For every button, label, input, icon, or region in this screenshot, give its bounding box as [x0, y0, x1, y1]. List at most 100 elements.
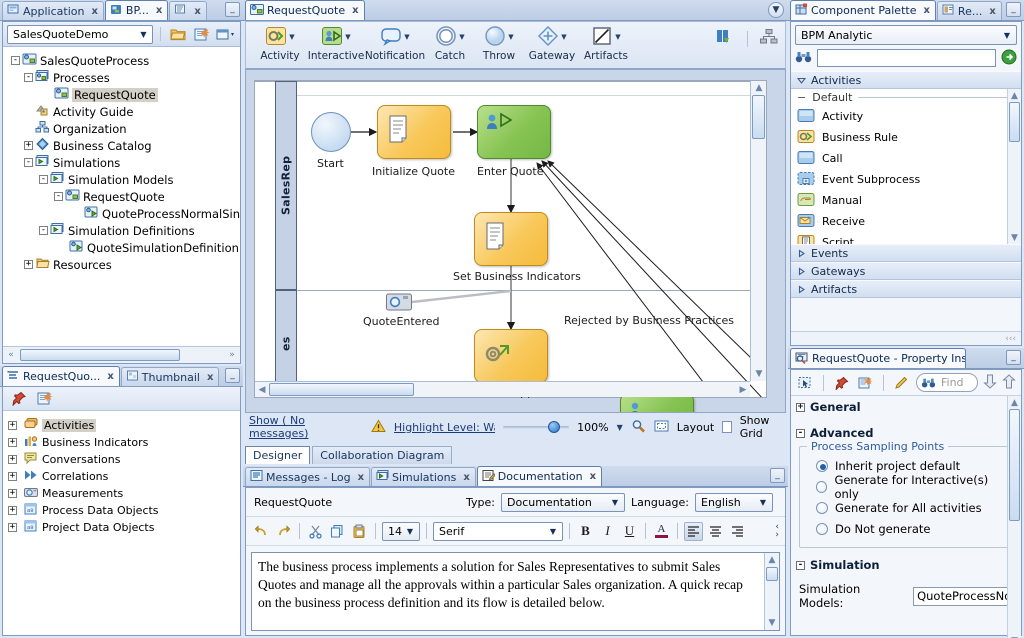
section-expander[interactable]: -: [796, 560, 805, 570]
tab-request-quote-editor[interactable]: RequestQuote x: [245, 0, 365, 20]
new-application-icon[interactable]: [192, 24, 212, 44]
tab-simulations[interactable]: Simulations x: [371, 467, 476, 486]
new-item-icon[interactable]: [856, 373, 875, 392]
select-icon[interactable]: [796, 373, 815, 392]
diagram-canvas[interactable]: SalesRep es Start Initialize Quote Enter…: [245, 69, 786, 413]
paste-icon[interactable]: [350, 522, 369, 541]
tab-component-palette[interactable]: Component Palette x: [790, 0, 936, 20]
palette-item-manual[interactable]: Manual: [791, 190, 1021, 211]
palette-section-gateways[interactable]: Gateways: [791, 262, 1021, 280]
chevron-down-icon[interactable]: ▼: [561, 33, 566, 41]
edit-icon[interactable]: [892, 373, 911, 392]
chevron-down-icon[interactable]: ▼: [508, 33, 513, 41]
tab-messages-log[interactable]: Messages - Log x: [245, 467, 371, 486]
tree-expander[interactable]: +: [24, 141, 33, 150]
palette-item-receive[interactable]: Receive: [791, 211, 1021, 232]
tree-expander[interactable]: -: [24, 158, 33, 167]
close-icon[interactable]: x: [463, 472, 469, 483]
list-item[interactable]: + Business Indicators: [8, 434, 240, 451]
toolbar-artifacts[interactable]: ▼ Artifacts: [580, 25, 632, 62]
radio-button[interactable]: [816, 480, 828, 493]
close-icon[interactable]: x: [923, 5, 929, 16]
scroll-right-icon[interactable]: »: [225, 348, 239, 362]
find-input[interactable]: Find: [916, 373, 978, 392]
minimize-navigator-button[interactable]: _: [225, 2, 240, 17]
tab-thumbnail[interactable]: Thumbnail x: [120, 367, 220, 386]
minimize-inspector-button[interactable]: _: [1006, 350, 1021, 365]
tree-node[interactable]: - Simulation Models: [7, 171, 240, 188]
catch-icon[interactable]: [435, 25, 457, 50]
toolbar-interactive[interactable]: ▼ Interactive: [308, 25, 364, 62]
close-icon[interactable]: x: [207, 372, 213, 383]
tree-expander[interactable]: +: [8, 421, 17, 430]
radio-generate-interactive-only[interactable]: Generate for Interactive(s) only: [806, 473, 1006, 501]
scroll-down-icon[interactable]: ▼: [753, 368, 765, 380]
go-arrow-icon[interactable]: [1001, 49, 1017, 68]
zoom-slider[interactable]: [503, 421, 570, 433]
tree-node[interactable]: QuoteSimulationDefinition: [7, 239, 240, 256]
list-item[interactable]: + Correlations: [8, 468, 240, 485]
minimize-palette-button[interactable]: _: [1006, 2, 1021, 17]
list-item[interactable]: + Measurements: [8, 485, 240, 502]
task-set-business-indicators[interactable]: [474, 212, 548, 266]
tree-expander[interactable]: -: [54, 192, 63, 201]
chevron-down-icon[interactable]: ▼: [459, 33, 464, 41]
documentation-vscrollbar[interactable]: ▲ ▼: [764, 553, 779, 630]
measurement-marker-quoteentered[interactable]: [386, 292, 412, 311]
diagram-vscrollbar[interactable]: ▲ ▼: [750, 81, 766, 381]
type-select[interactable]: Documentation ▼: [501, 492, 625, 512]
tree-expander[interactable]: +: [8, 472, 17, 481]
cut-icon[interactable]: [306, 522, 325, 541]
palette-vscrollbar[interactable]: ▲ ▼: [1007, 89, 1021, 244]
task-determine-approval-flow[interactable]: [474, 329, 548, 383]
radio-do-not-generate[interactable]: Do Not generate: [806, 518, 1006, 539]
tree-node[interactable]: QuoteProcessNormalSin: [7, 205, 240, 222]
pin-icon[interactable]: [832, 373, 851, 392]
down-arrow-icon[interactable]: [983, 374, 997, 392]
pin-icon[interactable]: [9, 389, 29, 409]
scroll-down-icon[interactable]: ▼: [766, 617, 778, 629]
show-grid-checkbox[interactable]: [722, 421, 732, 433]
language-select[interactable]: English ▼: [695, 492, 773, 512]
interactive-icon[interactable]: [321, 25, 343, 50]
new-item-icon[interactable]: [35, 389, 55, 409]
tab-structure-view[interactable]: x: [169, 1, 207, 20]
scrollbar-thumb[interactable]: [1009, 409, 1020, 521]
open-folder-icon[interactable]: [168, 24, 188, 44]
palette-section-artifacts[interactable]: Artifacts: [791, 280, 1021, 298]
close-icon[interactable]: x: [91, 6, 97, 17]
tree-expander[interactable]: -: [39, 226, 48, 235]
tree-expander[interactable]: +: [8, 523, 17, 532]
palette-footer-resize[interactable]: ‹‹‹: [791, 331, 1021, 345]
bpmn-diagram[interactable]: SalesRep es Start Initialize Quote Enter…: [254, 80, 767, 412]
tree-expander[interactable]: +: [8, 506, 17, 515]
messages-link[interactable]: Show ( No messages): [249, 414, 338, 440]
close-icon[interactable]: x: [989, 6, 995, 17]
italic-icon[interactable]: I: [598, 522, 617, 541]
scroll-up-icon[interactable]: ▲: [753, 82, 765, 94]
swimlane-icon[interactable]: [716, 28, 736, 49]
highlight-level-link[interactable]: Highlight Level: Warning: [394, 421, 495, 434]
chevron-down-icon[interactable]: ▼: [617, 423, 623, 432]
minimize-structure-button[interactable]: _: [225, 368, 240, 383]
tree-expander[interactable]: +: [8, 438, 17, 447]
tree-expander[interactable]: +: [8, 455, 17, 464]
tree-node[interactable]: - Simulations: [7, 154, 240, 171]
zoom-icon[interactable]: [631, 419, 646, 436]
artifacts-icon[interactable]: [591, 25, 613, 50]
task-enter-quote[interactable]: [477, 105, 551, 159]
palette-section-events[interactable]: Events: [791, 244, 1021, 262]
tree-node[interactable]: - RequestQuote: [7, 188, 240, 205]
scroll-up-icon[interactable]: ▲: [1009, 397, 1020, 408]
font-color-icon[interactable]: A: [652, 522, 671, 541]
tree-expander[interactable]: -: [11, 56, 20, 65]
documentation-text[interactable]: The business process implements a soluti…: [258, 558, 759, 612]
palette-item-call[interactable]: Call: [791, 148, 1021, 169]
radio-button[interactable]: [816, 459, 828, 472]
editor-tab-menu-button[interactable]: ▼: [768, 2, 784, 18]
chevron-down-icon[interactable]: ▼: [289, 33, 294, 41]
scrollbar-thumb[interactable]: [269, 383, 414, 396]
toolbar-notification[interactable]: ▼ Notification: [364, 25, 426, 62]
scrollbar-thumb[interactable]: [20, 349, 180, 361]
chevron-down-icon[interactable]: ▼: [404, 33, 409, 41]
